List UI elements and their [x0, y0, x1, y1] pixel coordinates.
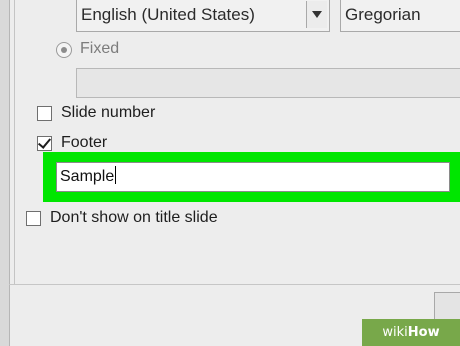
checkmark-icon: [37, 135, 52, 149]
dialog-bottom-divider: [9, 284, 460, 285]
footer-label: Footer: [61, 134, 108, 151]
fixed-radio[interactable]: [56, 42, 72, 58]
watermark-prefix: wiki: [382, 325, 408, 340]
panel-border: [14, 0, 15, 284]
language-select-value: English (United States): [81, 5, 255, 24]
language-select[interactable]: English (United States): [76, 0, 330, 32]
footer-input-value: Sample: [60, 168, 115, 185]
slide-number-label: Slide number: [61, 104, 156, 121]
wikihow-watermark: wikiHow: [362, 319, 460, 346]
dont-show-on-title-slide-checkbox[interactable]: [26, 211, 41, 226]
dont-show-on-title-slide-label: Don't show on title slide: [50, 209, 218, 226]
calendar-type-select[interactable]: Gregorian: [340, 0, 460, 32]
watermark-suffix: How: [407, 325, 440, 340]
fixed-date-field: [76, 68, 460, 98]
fixed-radio-label: Fixed: [80, 40, 120, 57]
footer-checkbox[interactable]: [37, 135, 52, 151]
chevron-down-icon[interactable]: [306, 1, 327, 28]
slide-number-checkbox[interactable]: [37, 106, 52, 121]
dialog-left-frame: [0, 0, 10, 346]
footer-text-input[interactable]: Sample: [56, 162, 450, 192]
calendar-select-value: Gregorian: [345, 5, 421, 24]
text-cursor: [115, 166, 117, 184]
